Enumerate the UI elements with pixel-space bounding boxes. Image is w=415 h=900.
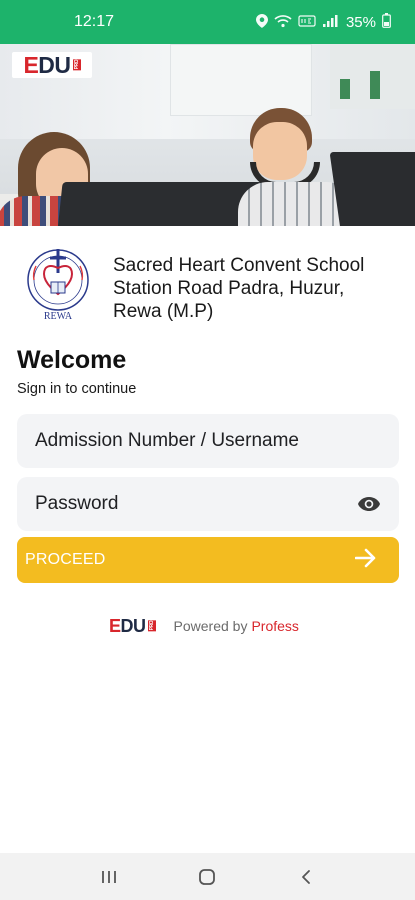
battery-percent: 35% — [345, 13, 376, 31]
school-crest-logo: REWA — [22, 246, 94, 322]
home-icon[interactable] — [192, 862, 222, 892]
welcome-subtitle: Sign in to continue — [17, 381, 137, 397]
school-name-line-3: Rewa (M.P) — [113, 301, 214, 322]
back-icon[interactable] — [291, 862, 321, 892]
navigation-bar — [0, 853, 415, 900]
recent-apps-icon[interactable] — [94, 862, 124, 892]
username-input[interactable]: Admission Number / Username — [17, 414, 399, 468]
school-name-line-1: Sacred Heart Convent School — [113, 255, 365, 276]
school-name-line-2: Station Road Padra, Huzur, — [113, 278, 345, 299]
battery-icon — [382, 13, 391, 31]
password-placeholder: Password — [35, 493, 119, 514]
status-icons: 35% — [255, 13, 391, 31]
location-icon — [255, 13, 268, 31]
edu-pro-footer-logo: E DU PRO — [109, 615, 156, 636]
show-password-eye-icon[interactable] — [357, 496, 381, 512]
volte-icon — [298, 14, 316, 31]
crest-text: REWA — [44, 311, 73, 322]
username-placeholder: Admission Number / Username — [35, 430, 299, 451]
wifi-call-icon — [274, 14, 292, 31]
status-time: 12:17 — [74, 13, 115, 30]
powered-by-text: Powered by — [173, 618, 248, 634]
password-input[interactable]: Password — [17, 477, 399, 531]
arrow-right-icon — [354, 548, 377, 573]
powered-by-footer: E DU PRO Powered by Profess — [109, 614, 349, 638]
proceed-button[interactable]: PROCEED — [17, 537, 399, 583]
status-bar: 12:17 35% — [0, 0, 415, 44]
signal-icon — [322, 14, 340, 31]
welcome-title: Welcome — [17, 346, 127, 374]
school-name: Sacred Heart Convent School Station Road… — [113, 254, 403, 323]
proceed-label: PROCEED — [25, 551, 106, 568]
edu-pro-logo: E DU PRO — [12, 52, 92, 78]
powered-by-brand[interactable]: Profess — [251, 618, 298, 634]
